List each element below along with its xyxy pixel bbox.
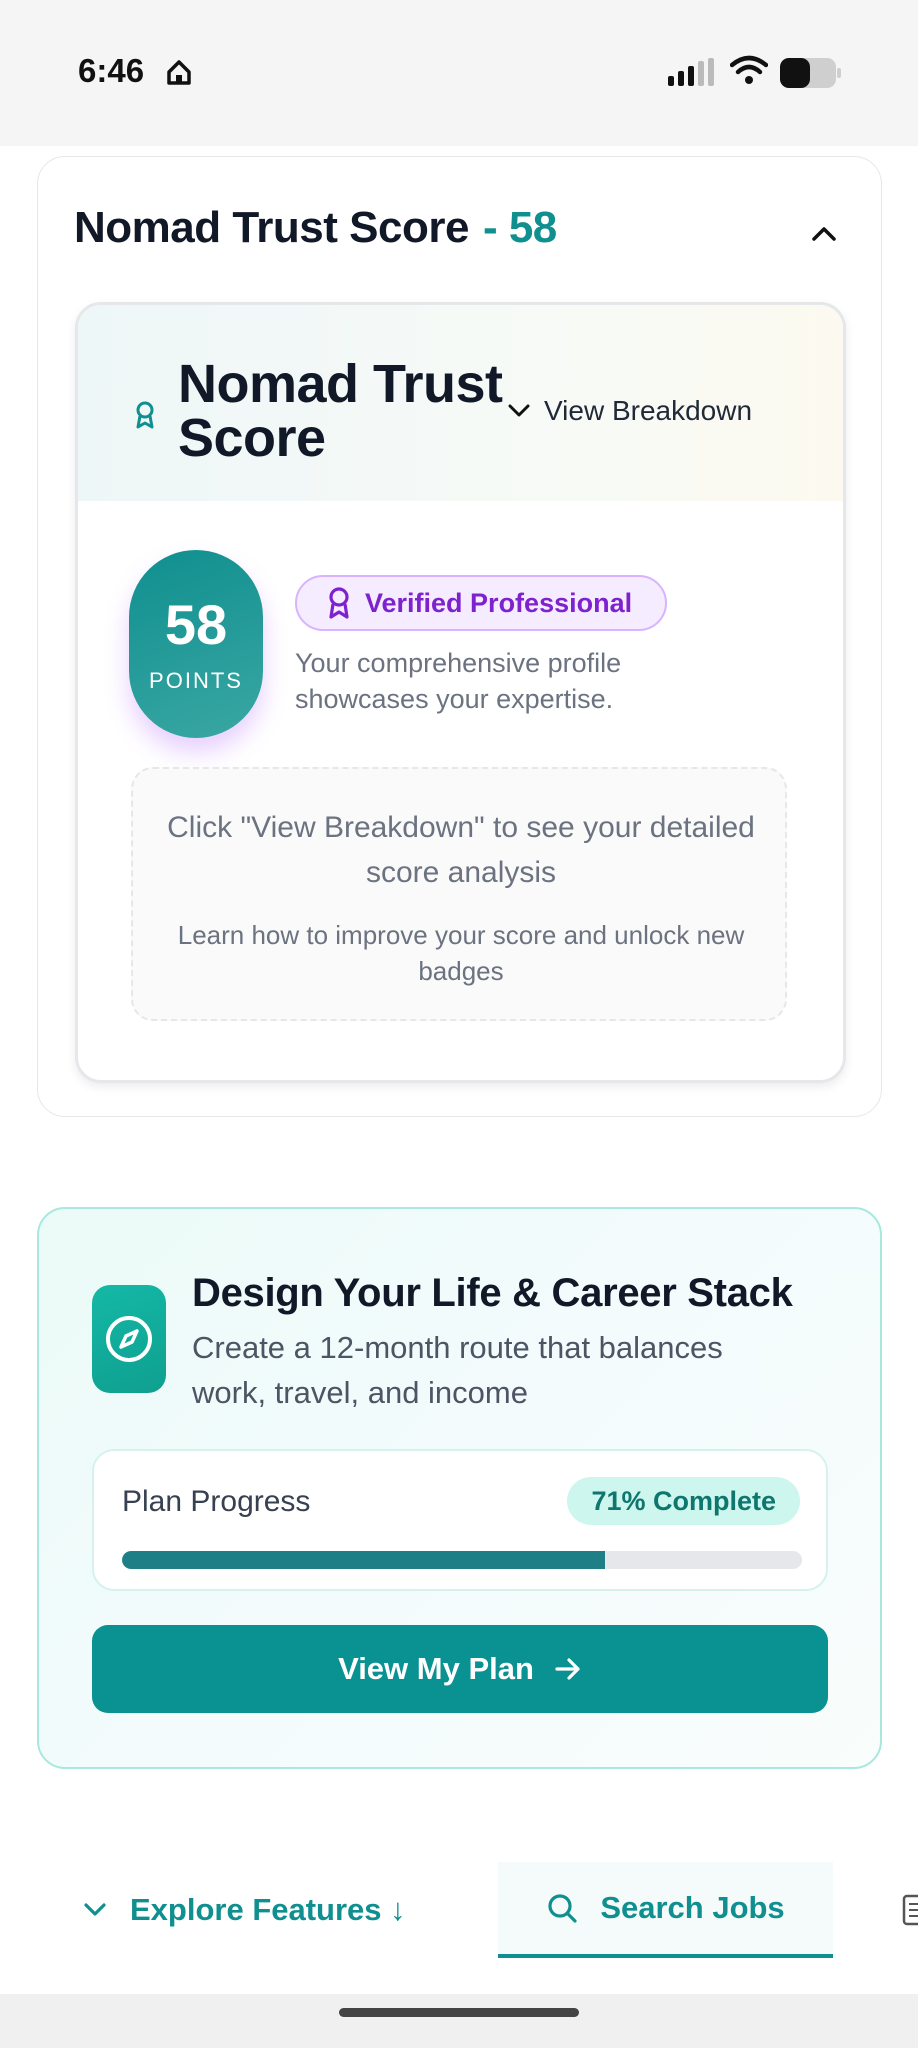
progress-bar-fill <box>122 1551 605 1569</box>
tab-explore-features[interactable]: Explore Features ↓ <box>84 1862 406 1958</box>
wifi-icon <box>729 54 769 91</box>
award-icon <box>134 401 156 434</box>
home-indicator-area <box>0 1994 918 2048</box>
verified-label: Verified Professional <box>365 587 633 618</box>
trust-score-panel: Nomad Trust Score View Breakdown 58 POIN… <box>75 302 846 1083</box>
status-time: 6:46 <box>78 52 145 89</box>
tab-search-jobs[interactable]: Search Jobs <box>498 1862 833 1958</box>
profile-description: Your comprehensive profile showcases you… <box>295 648 622 714</box>
points-value: 58 <box>164 593 228 656</box>
breakdown-hint: Click "View Breakdown" to see your detai… <box>167 811 755 889</box>
view-breakdown-button[interactable]: View Breakdown <box>508 395 752 427</box>
panel-title: Nomad Trust Score <box>178 354 503 468</box>
trust-score-heading: Nomad Trust Score - 58 <box>74 203 557 253</box>
panel-header: Nomad Trust Score View Breakdown <box>78 305 843 501</box>
verified-badge: Verified Professional <box>295 575 667 631</box>
progress-label: Plan Progress <box>122 1485 311 1518</box>
award-icon <box>329 587 349 619</box>
chevron-down-icon <box>508 404 530 417</box>
trust-score-card: Nomad Trust Score - 58 Nomad Trust Score … <box>37 156 882 1117</box>
breakdown-hint-box: Click "View Breakdown" to see your detai… <box>131 767 787 1021</box>
trust-score-value: - 58 <box>482 203 557 252</box>
breakdown-subhint: Learn how to improve your score and unlo… <box>177 920 745 986</box>
battery-icon <box>780 58 842 93</box>
signal-icon <box>668 58 718 91</box>
trust-score-title: Nomad Trust Score <box>74 203 469 252</box>
tab-explore-label: Explore Features ↓ <box>130 1892 406 1927</box>
status-bar: 6:46 <box>0 0 918 146</box>
view-breakdown-label: View Breakdown <box>544 395 753 426</box>
chevron-up-icon <box>812 227 836 241</box>
bottom-tab-bar: Explore Features ↓ Search Jobs <box>0 1862 918 1962</box>
progress-bar <box>122 1551 802 1569</box>
search-icon <box>548 1894 577 1923</box>
home-indicator[interactable] <box>339 2008 579 2017</box>
plan-subtitle: Create a 12-month route that balances wo… <box>192 1330 723 1410</box>
compass-icon <box>92 1285 166 1393</box>
life-career-plan-card: Design Your Life & Career Stack Create a… <box>37 1207 882 1769</box>
tab-search-label: Search Jobs <box>600 1890 785 1925</box>
chevron-down-icon <box>84 1903 106 1916</box>
view-my-plan-button[interactable]: View My Plan <box>92 1625 828 1713</box>
collapse-button[interactable] <box>807 217 841 251</box>
arrow-right-icon <box>555 1658 580 1680</box>
progress-status-badge: 71% Complete <box>567 1477 800 1525</box>
plan-title: Design Your Life & Career Stack <box>192 1271 793 1315</box>
document-icon[interactable] <box>902 1894 918 1931</box>
view-my-plan-label: View My Plan <box>338 1651 534 1686</box>
points-badge: 58 POINTS <box>129 550 263 738</box>
points-label: POINTS <box>149 668 243 693</box>
plan-progress-box: Plan Progress 71% Complete <box>92 1449 828 1591</box>
home-icon <box>165 58 193 91</box>
